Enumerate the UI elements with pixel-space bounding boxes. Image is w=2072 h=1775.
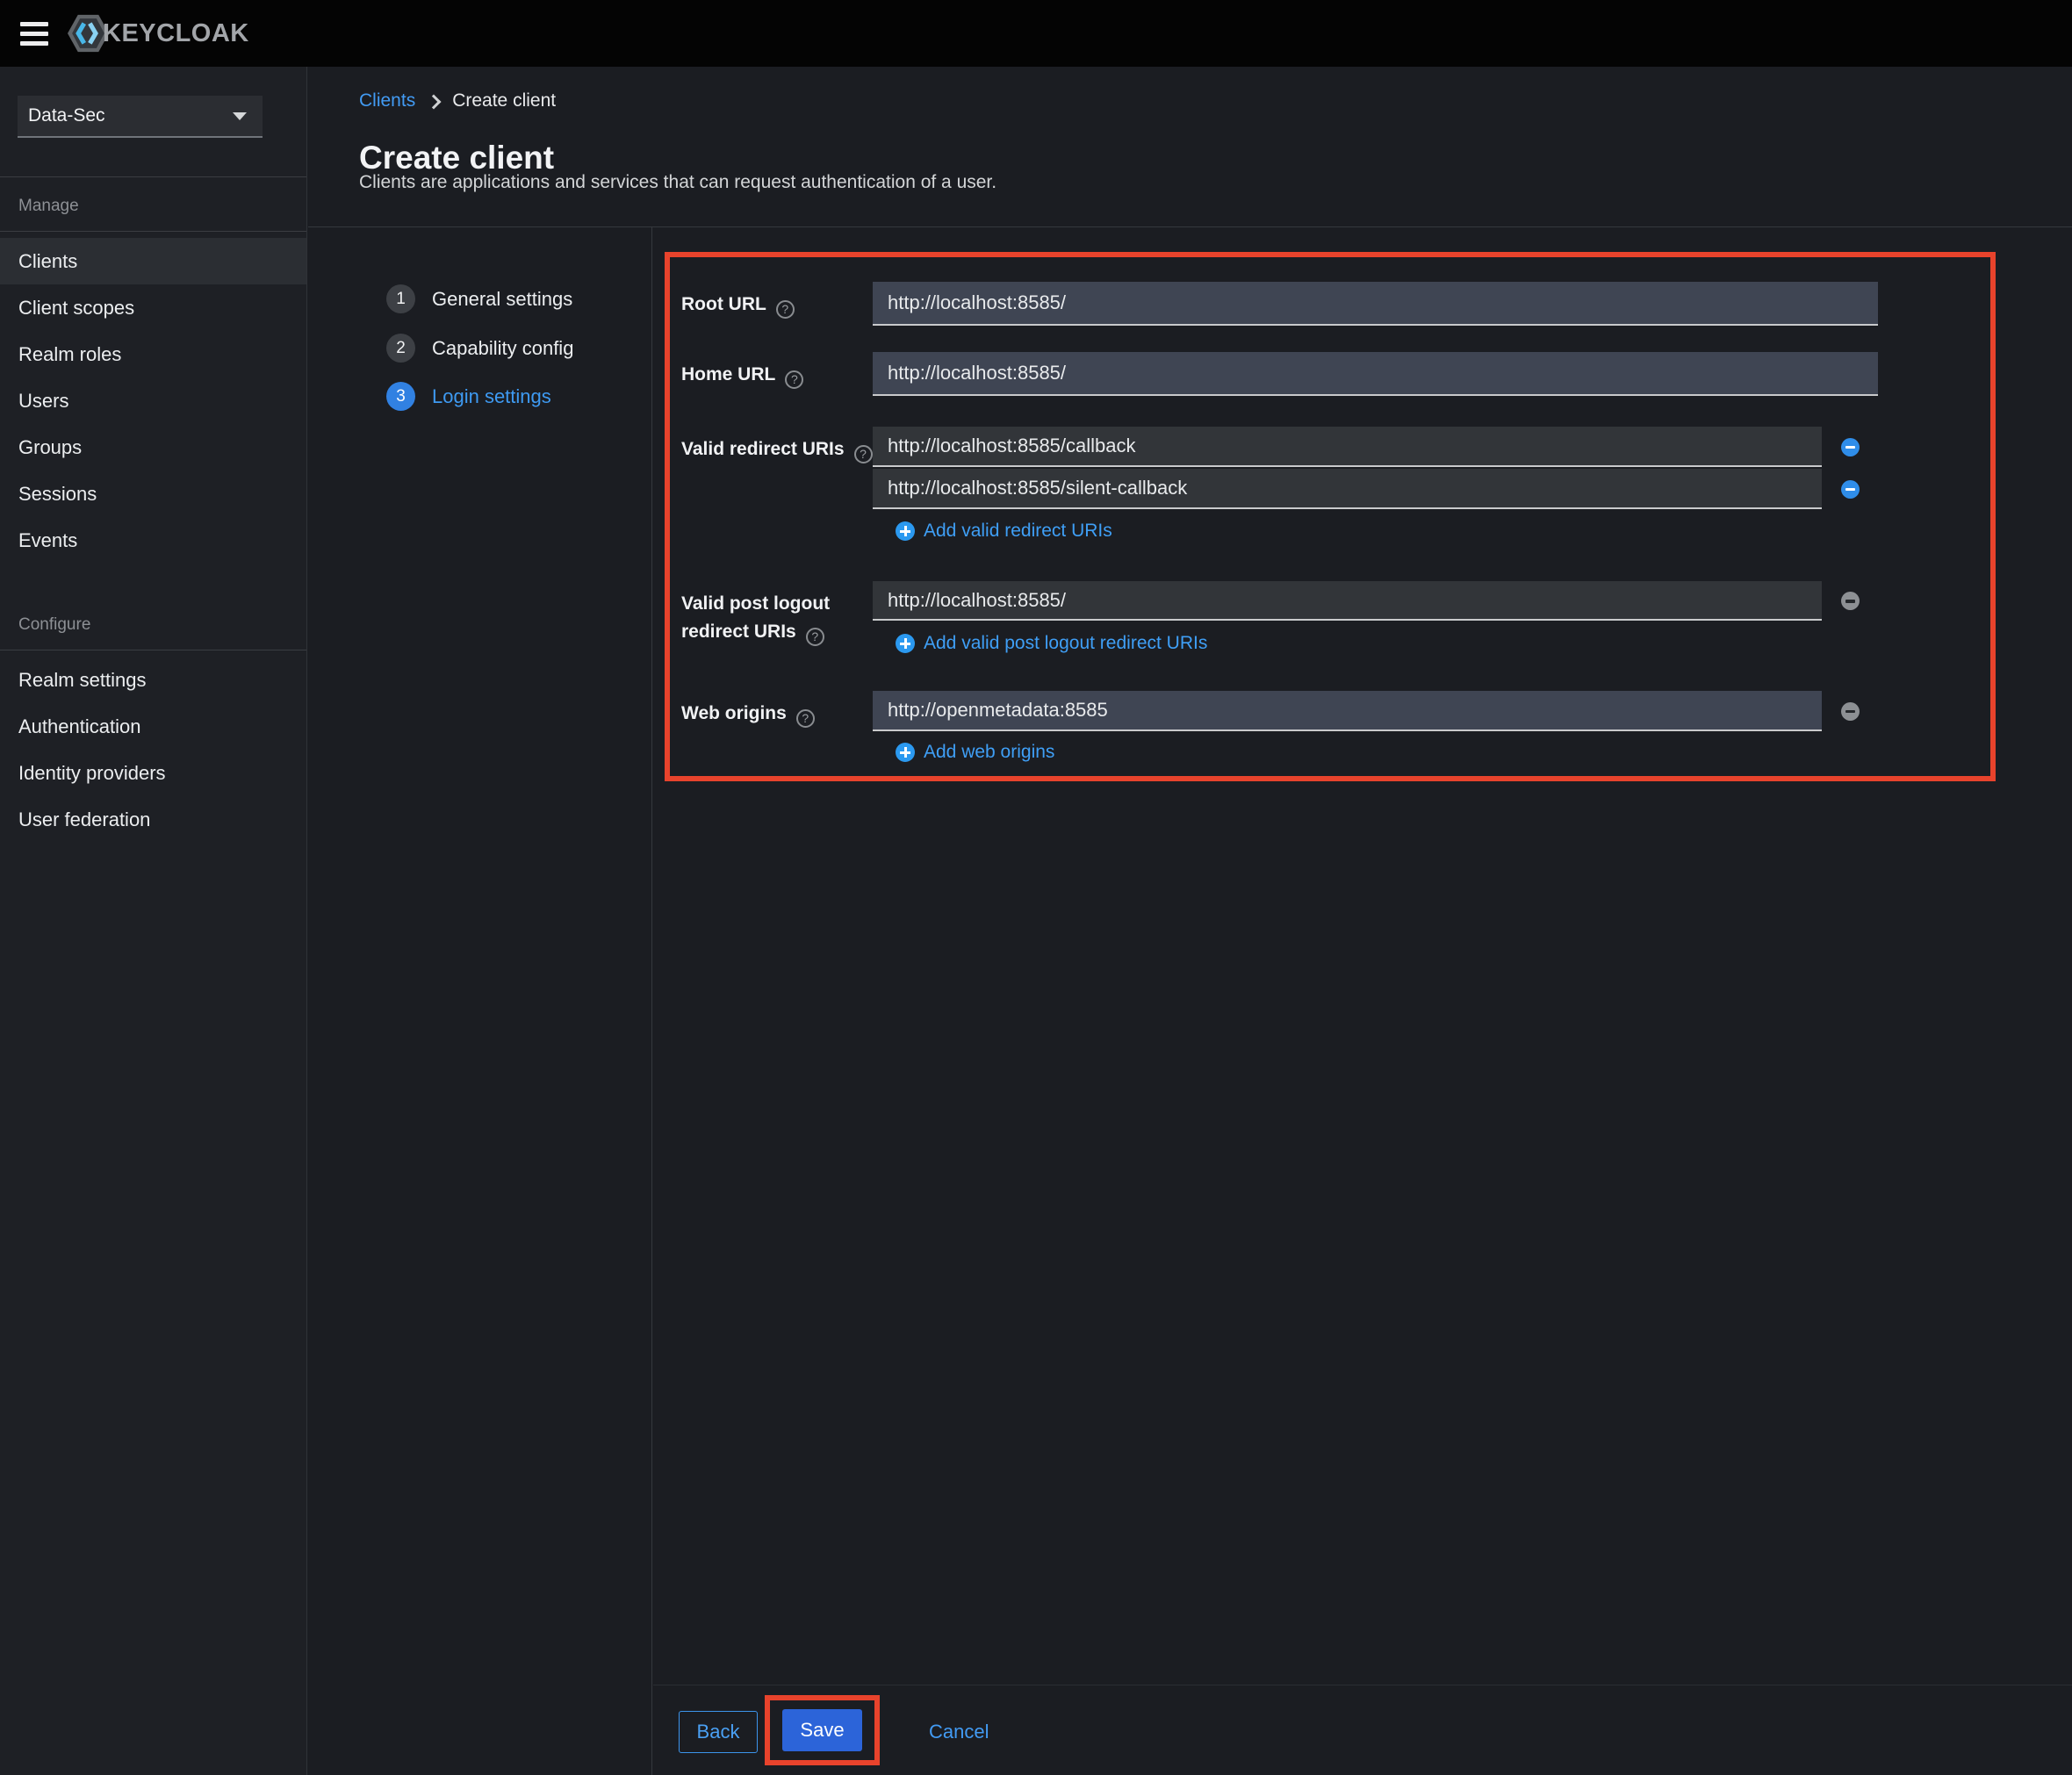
sidebar: Data-Sec Manage Clients Client scopes Re… xyxy=(0,67,307,1775)
help-icon[interactable] xyxy=(795,709,815,728)
form-highlight-box: Root URL Home URL xyxy=(665,252,1996,781)
sidebar-nav-manage: Clients Client scopes Realm roles Users … xyxy=(0,238,306,564)
minus-circle-icon[interactable] xyxy=(1841,479,1860,499)
home-url-input[interactable] xyxy=(873,352,1878,396)
add-web-origins-link[interactable]: Add web origins xyxy=(896,742,1054,763)
sidebar-nav-configure: Realm settings Authentication Identity p… xyxy=(0,657,306,843)
sidebar-section-manage: Manage xyxy=(18,197,79,215)
add-post-logout-redirect-uris-link[interactable]: Add valid post logout redirect URIs xyxy=(896,633,1207,654)
step-number-badge: 1 xyxy=(386,284,415,313)
step-number-badge: 3 xyxy=(386,382,415,411)
breadcrumb-current: Create client xyxy=(452,90,557,111)
field-root-url: Root URL xyxy=(681,282,1990,326)
wizard-footer: Back Save Cancel xyxy=(653,1685,2072,1775)
post-logout-redirect-uris-label: Valid post logout redirect URIs xyxy=(681,581,873,658)
help-icon[interactable] xyxy=(785,370,804,389)
sidebar-divider xyxy=(0,176,306,177)
help-icon[interactable] xyxy=(775,300,795,319)
page-title: Create client xyxy=(359,139,555,176)
caret-down-icon xyxy=(233,111,247,120)
minus-circle-icon[interactable] xyxy=(1841,701,1860,721)
plus-circle-icon xyxy=(896,521,915,541)
wizard-step-login-settings[interactable]: 3 Login settings xyxy=(386,382,551,411)
field-post-logout-redirect-uris: Valid post logout redirect URIs Add vali… xyxy=(681,581,1990,658)
help-icon[interactable] xyxy=(853,445,873,464)
save-highlight-box: Save xyxy=(765,1695,880,1765)
sidebar-item-user-federation[interactable]: User federation xyxy=(0,796,306,843)
brand-text: KEYCLOAK xyxy=(103,18,249,47)
realm-selector-value: Data-Sec xyxy=(28,105,105,126)
home-url-label: Home URL xyxy=(681,352,873,396)
keycloak-admin-page: KEYCLOAK Data-Sec Manage Clients Client … xyxy=(0,0,2072,1775)
post-logout-redirect-uri-input[interactable] xyxy=(873,581,1822,621)
sidebar-item-groups[interactable]: Groups xyxy=(0,424,306,471)
add-valid-redirect-uris-link[interactable]: Add valid redirect URIs xyxy=(896,521,1112,542)
sidebar-item-sessions[interactable]: Sessions xyxy=(0,471,306,517)
sidebar-item-events[interactable]: Events xyxy=(0,517,306,564)
redirect-uri-input-1[interactable] xyxy=(873,427,1822,467)
valid-redirect-uris-label: Valid redirect URIs xyxy=(681,427,873,545)
web-origins-label: Web origins xyxy=(681,691,873,766)
sidebar-section-configure: Configure xyxy=(18,615,91,634)
plus-circle-icon xyxy=(896,743,915,762)
sidebar-item-realm-roles[interactable]: Realm roles xyxy=(0,331,306,377)
sidebar-item-clients[interactable]: Clients xyxy=(0,238,306,284)
sidebar-item-realm-settings[interactable]: Realm settings xyxy=(0,657,306,703)
field-valid-redirect-uris: Valid redirect URIs? http://localhost:85… xyxy=(681,427,1990,545)
redirect-uri-input-2[interactable] xyxy=(873,469,1822,509)
sidebar-item-identity-providers[interactable]: Identity providers xyxy=(0,750,306,796)
main-content: Clients Create client Create client Clie… xyxy=(308,67,2072,1775)
hamburger-menu-icon[interactable] xyxy=(20,21,48,46)
minus-circle-icon[interactable] xyxy=(1841,592,1860,610)
login-settings-form: Root URL Home URL xyxy=(653,227,2072,1775)
wizard-step-general-settings[interactable]: 1 General settings xyxy=(386,284,572,313)
page-subtitle: Clients are applications and services th… xyxy=(359,172,997,192)
field-home-url: Home URL xyxy=(681,352,1990,396)
breadcrumb-link-clients[interactable]: Clients xyxy=(359,90,415,111)
keycloak-logo: KEYCLOAK xyxy=(68,14,249,53)
create-client-wizard: 1 General settings 2 Capability config 3… xyxy=(308,227,2072,1775)
masthead: KEYCLOAK xyxy=(0,0,2072,67)
cancel-link[interactable]: Cancel xyxy=(929,1711,989,1753)
wizard-step-capability-config[interactable]: 2 Capability config xyxy=(386,334,573,363)
save-button[interactable]: Save xyxy=(782,1709,862,1751)
sidebar-item-authentication[interactable]: Authentication xyxy=(0,703,306,750)
sidebar-divider xyxy=(0,231,306,232)
plus-circle-icon xyxy=(896,634,915,653)
back-button[interactable]: Back xyxy=(679,1711,758,1753)
breadcrumb: Clients Create client xyxy=(359,90,556,111)
root-url-label: Root URL xyxy=(681,282,873,326)
realm-selector[interactable]: Data-Sec xyxy=(18,96,263,138)
wizard-steps-nav: 1 General settings 2 Capability config 3… xyxy=(308,227,652,1775)
minus-circle-icon[interactable] xyxy=(1841,437,1860,456)
sidebar-item-client-scopes[interactable]: Client scopes xyxy=(0,284,306,331)
help-icon[interactable] xyxy=(805,628,824,646)
sidebar-item-users[interactable]: Users xyxy=(0,377,306,424)
root-url-input[interactable] xyxy=(873,282,1878,326)
chevron-right-icon xyxy=(426,94,442,109)
web-origins-input[interactable] xyxy=(873,691,1822,731)
step-number-badge: 2 xyxy=(386,334,415,363)
field-web-origins: Web origins Add web origins xyxy=(681,691,1990,766)
